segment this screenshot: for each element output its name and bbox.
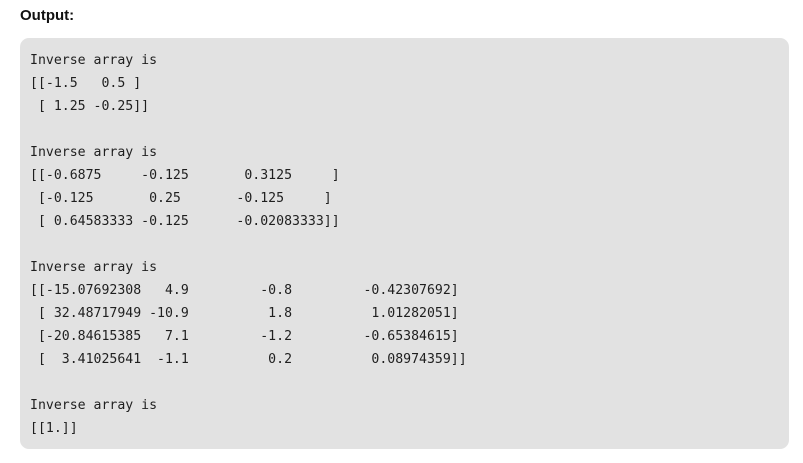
output-line: Inverse array is (30, 53, 158, 68)
output-line: Inverse array is (30, 398, 158, 413)
output-line: [-20.84615385 7.1 -1.2 -0.65384615] (30, 329, 459, 344)
output-line: [ 0.64583333 -0.125 -0.02083333]] (30, 214, 340, 229)
output-line: [ 32.48717949 -10.9 1.8 1.01282051] (30, 306, 459, 321)
output-line: Inverse array is (30, 260, 158, 275)
output-heading: Output: (20, 7, 75, 24)
output-line: [[-1.5 0.5 ] (30, 76, 142, 91)
output-line: [[-15.07692308 4.9 -0.8 -0.42307692] (30, 283, 459, 298)
output-code-block: Inverse array is [[-1.5 0.5 ] [ 1.25 -0.2… (20, 38, 789, 449)
output-line: [ 3.41025641 -1.1 0.2 0.08974359]] (30, 352, 467, 367)
output-line: [ 1.25 -0.25]] (30, 99, 150, 114)
output-text: Inverse array is [[-1.5 0.5 ] [ 1.25 -0.2… (30, 49, 789, 440)
output-line: [[-0.6875 -0.125 0.3125 ] (30, 168, 340, 183)
output-line: [[1.]] (30, 421, 78, 436)
output-line: Inverse array is (30, 145, 158, 160)
output-line: [-0.125 0.25 -0.125 ] (30, 191, 332, 206)
